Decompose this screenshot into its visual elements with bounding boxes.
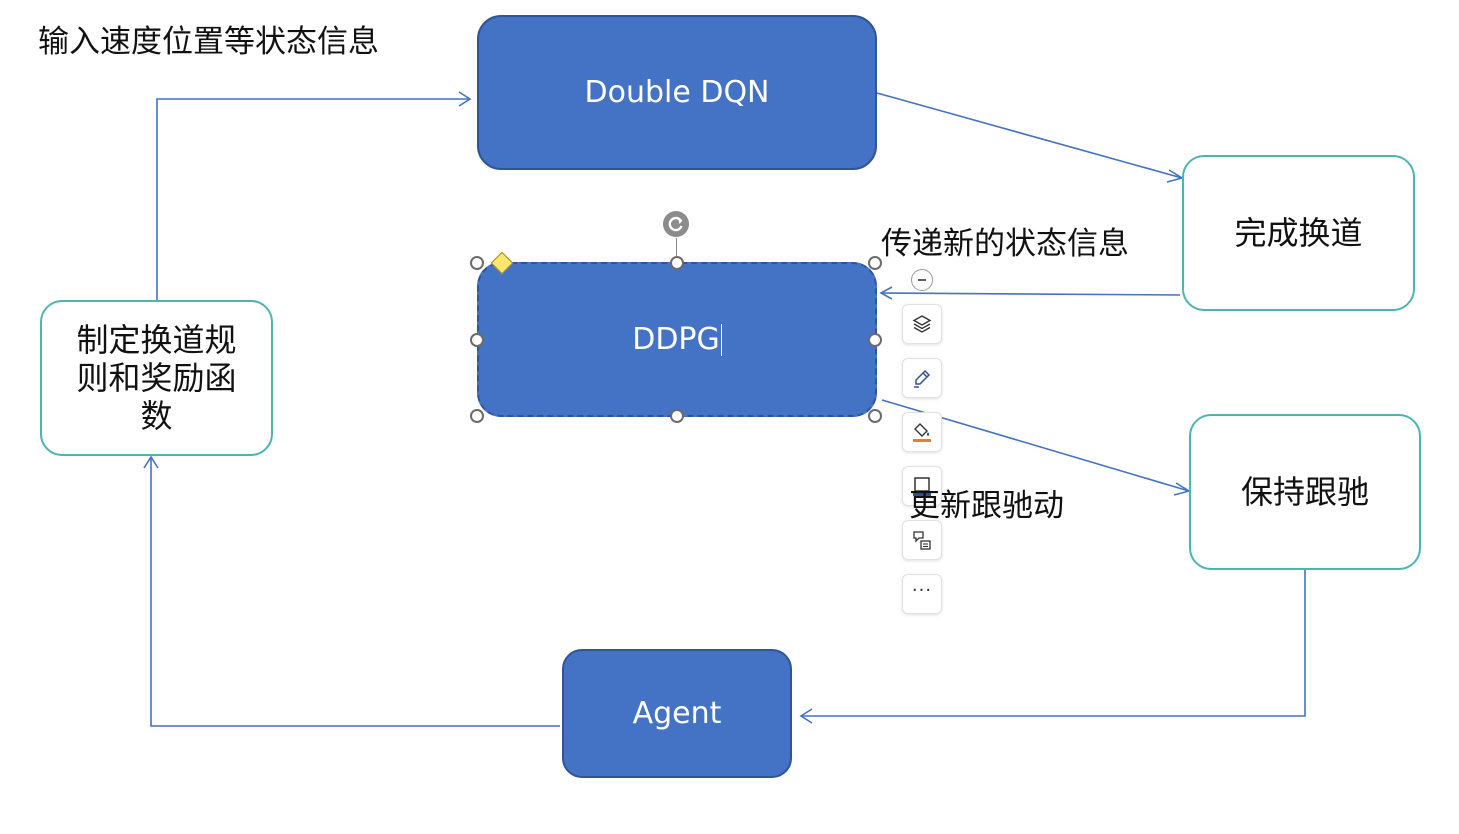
agent-node[interactable]: Agent	[562, 649, 792, 778]
rotate-stem	[676, 238, 677, 256]
connector-agent-to-rules	[150, 457, 560, 727]
resize-handle-top[interactable]	[670, 256, 684, 270]
resize-handle-top-right[interactable]	[868, 256, 882, 270]
ddpg-label: DDPG	[632, 322, 720, 357]
resize-handle-top-left[interactable]	[470, 256, 484, 270]
collapse-toolbar-button[interactable]	[911, 269, 933, 291]
rotate-handle-icon[interactable]	[662, 210, 690, 238]
alt-text-icon	[913, 531, 931, 550]
double-dqn-node[interactable]: Double DQN	[477, 15, 877, 170]
alt-text-button[interactable]	[902, 520, 942, 560]
collapse-icon	[918, 279, 926, 281]
resize-handle-bottom[interactable]	[670, 409, 684, 423]
update-following-label: 更新跟驰动	[909, 488, 1064, 524]
lane-change-done-node[interactable]: 完成换道	[1182, 155, 1415, 311]
fill-color-button[interactable]	[902, 412, 942, 452]
resize-handle-bottom-right[interactable]	[868, 409, 882, 423]
more-options-button[interactable]: ···	[902, 574, 942, 614]
double-dqn-label: Double DQN	[584, 75, 770, 110]
connector-keep-following-to-agent	[801, 570, 1306, 717]
pen-style-icon	[914, 369, 931, 388]
connector-double-dqn-to-lane-change	[876, 92, 1183, 179]
text-cursor	[720, 323, 722, 356]
pass-state-label: 传递新的状态信息	[881, 226, 1129, 262]
resize-handle-left[interactable]	[470, 333, 484, 347]
layers-icon	[912, 315, 932, 333]
connector-lane-change-to-ddpg	[880, 292, 1181, 296]
input-state-label: 输入速度位置等状态信息	[38, 24, 379, 60]
resize-handle-bottom-left[interactable]	[470, 409, 484, 423]
keep-following-label: 保持跟驰	[1240, 473, 1369, 511]
fill-color-icon	[913, 423, 931, 442]
connector-rules-to-double-dqn	[156, 98, 470, 300]
more-icon: ···	[911, 580, 933, 601]
lane-change-done-label: 完成换道	[1234, 214, 1363, 252]
pen-style-button[interactable]	[902, 358, 942, 398]
keep-following-node[interactable]: 保持跟驰	[1189, 414, 1421, 570]
rules-label: 制定换道规则和奖励函数	[76, 321, 237, 435]
rules-node[interactable]: 制定换道规则和奖励函数	[40, 300, 273, 456]
diagram-canvas: 输入速度位置等状态信息 Double DQN 完成换道 传递新的状态信息 DDP…	[0, 0, 1459, 834]
agent-label: Agent	[632, 696, 722, 731]
resize-handle-right[interactable]	[868, 333, 882, 347]
layers-button[interactable]	[902, 304, 942, 344]
ddpg-node[interactable]: DDPG	[477, 262, 877, 417]
